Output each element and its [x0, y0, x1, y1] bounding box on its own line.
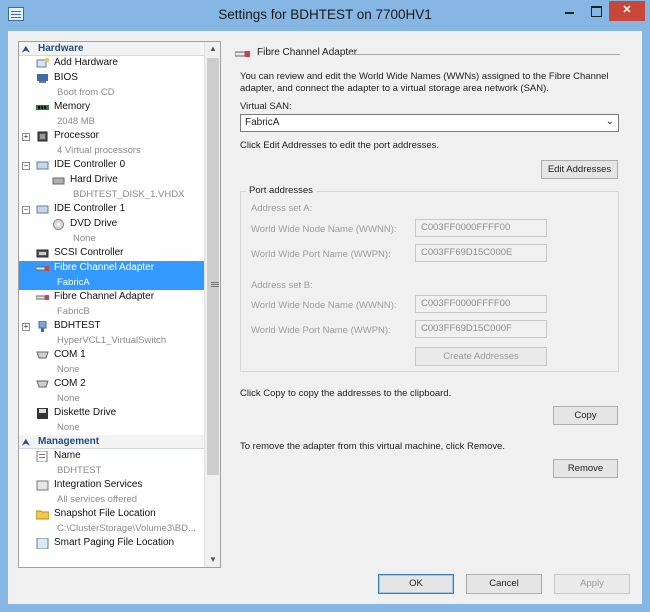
- address-set-a-label: Address set A:: [251, 203, 313, 214]
- dialog-client: ⮝ Hardware Add Hardware BIOS Boot from C…: [8, 31, 642, 604]
- add-hardware-icon: [36, 58, 49, 68]
- tree-item-fibre-channel-a[interactable]: Fibre Channel Adapter FabricA: [19, 261, 205, 290]
- section-hardware-label: Hardware: [38, 43, 84, 54]
- tree-item-add-hardware[interactable]: Add Hardware: [19, 56, 205, 71]
- collapse-chevron-icon[interactable]: ⮝: [22, 436, 30, 449]
- ide-controller-icon: [36, 161, 49, 170]
- com-port-icon: [36, 380, 49, 388]
- tree-item-com-2[interactable]: COM 2 None: [19, 377, 205, 406]
- bios-icon: [37, 74, 48, 83]
- remove-button[interactable]: Remove: [553, 459, 618, 478]
- network-adapter-icon: [38, 321, 47, 332]
- title-bar: Settings for BDHTEST on 7700HV1 ✕: [0, 0, 650, 31]
- remove-hint-text: To remove the adapter from this virtual …: [240, 441, 506, 452]
- panel-header: Fibre Channel Adapter: [229, 47, 634, 61]
- set-a-wwnn-field[interactable]: C003FF0000FFFF00: [415, 219, 547, 237]
- scroll-thumb[interactable]: [207, 58, 219, 475]
- virtual-san-value: FabricA: [245, 117, 280, 128]
- tree-item-ide-controller-0[interactable]: − IDE Controller 0: [19, 158, 205, 173]
- close-button[interactable]: ✕: [609, 1, 645, 21]
- diskette-icon: [37, 408, 48, 419]
- tree-item-smart-paging-location[interactable]: Smart Paging File Location: [19, 536, 205, 565]
- fibre-channel-icon: [36, 295, 49, 300]
- tree-item-diskette-drive[interactable]: Diskette Drive None: [19, 406, 205, 435]
- minimize-button[interactable]: [556, 1, 583, 21]
- set-a-wwpn-field[interactable]: C003FF69D15C000E: [415, 244, 547, 262]
- tree-item-scsi-controller[interactable]: SCSI Controller: [19, 246, 205, 261]
- tree-item-network-adapter[interactable]: + BDHTEST HyperVCL1_VirtualSwitch: [19, 319, 205, 348]
- scroll-up-arrow-icon[interactable]: ▲: [206, 42, 220, 56]
- set-b-wwpn-label: World Wide Port Name (WWPN):: [251, 325, 391, 336]
- scsi-controller-icon: [36, 249, 49, 258]
- address-set-b-label: Address set B:: [251, 280, 313, 291]
- scroll-down-arrow-icon[interactable]: ▼: [206, 553, 220, 567]
- panel-title: Fibre Channel Adapter: [257, 47, 358, 58]
- header-divider: [348, 54, 620, 55]
- section-hardware[interactable]: ⮝ Hardware: [19, 42, 205, 56]
- integration-services-icon: [36, 480, 49, 491]
- section-management[interactable]: ⮝ Management: [19, 435, 205, 449]
- tree-item-fibre-channel-b[interactable]: Fibre Channel Adapter FabricB: [19, 290, 205, 319]
- expand-icon[interactable]: +: [22, 323, 30, 331]
- copy-button[interactable]: Copy: [553, 406, 618, 425]
- settings-window: Settings for BDHTEST on 7700HV1 ✕ ⮝ Hard…: [0, 0, 650, 612]
- fibre-channel-icon: [36, 266, 49, 271]
- tree-item-bios[interactable]: BIOS Boot from CD: [19, 71, 205, 100]
- virtual-san-dropdown[interactable]: FabricA ⌄: [240, 114, 619, 132]
- intro-text-line-2: adapter, and connect the adapter to a vi…: [240, 83, 549, 94]
- collapse-icon[interactable]: −: [22, 162, 30, 170]
- tree-item-ide-controller-1[interactable]: − IDE Controller 1: [19, 202, 205, 217]
- hard-drive-icon: [52, 177, 65, 185]
- settings-tree: ⮝ Hardware Add Hardware BIOS Boot from C…: [18, 41, 221, 568]
- set-a-wwpn-label: World Wide Port Name (WWPN):: [251, 249, 391, 260]
- ok-button[interactable]: OK: [378, 574, 454, 594]
- section-management-label: Management: [38, 436, 100, 447]
- processor-icon: [37, 131, 48, 142]
- set-b-wwnn-field[interactable]: C003FF0000FFFF00: [415, 295, 547, 313]
- intro-text-line-1: You can review and edit the World Wide N…: [240, 71, 609, 82]
- ide-controller-icon: [36, 205, 49, 214]
- grip-icon: [211, 282, 219, 287]
- port-addresses-title: Port addresses: [246, 185, 316, 196]
- tree-item-hard-drive[interactable]: Hard Drive BDHTEST_DISK_1.VHDX: [19, 173, 205, 202]
- paging-file-icon: [36, 538, 49, 549]
- copy-hint-text: Click Copy to copy the addresses to the …: [240, 388, 452, 399]
- set-b-wwnn-label: World Wide Node Name (WWNN):: [251, 300, 397, 311]
- window-title: Settings for BDHTEST on 7700HV1: [218, 7, 432, 22]
- fibre-channel-icon: [235, 51, 250, 57]
- edit-hint-text: Click Edit Addresses to edit the port ad…: [240, 140, 440, 151]
- collapse-icon[interactable]: −: [22, 206, 30, 214]
- memory-icon: [36, 105, 49, 110]
- expand-icon[interactable]: +: [22, 133, 30, 141]
- tree-scrollbar[interactable]: ▲ ▼: [204, 42, 220, 567]
- name-icon: [36, 451, 48, 462]
- tree-item-processor[interactable]: + Processor 4 Virtual processors: [19, 129, 205, 158]
- tree-item-name[interactable]: Name BDHTEST: [19, 449, 205, 478]
- cancel-button[interactable]: Cancel: [466, 574, 542, 594]
- tree-item-snapshot-location[interactable]: Snapshot File Location C:\ClusterStorage…: [19, 507, 205, 536]
- maximize-button[interactable]: [583, 1, 609, 21]
- dvd-drive-icon: [53, 219, 64, 230]
- create-addresses-button[interactable]: Create Addresses: [415, 347, 547, 366]
- com-port-icon: [36, 351, 49, 359]
- tree-item-com-1[interactable]: COM 1 None: [19, 348, 205, 377]
- collapse-chevron-icon[interactable]: ⮝: [22, 43, 30, 56]
- set-b-wwpn-field[interactable]: C003FF69D15C000F: [415, 320, 547, 338]
- tree-item-dvd-drive[interactable]: DVD Drive None: [19, 217, 205, 246]
- chevron-down-icon: ⌄: [605, 116, 614, 127]
- tree-item-integration-services[interactable]: Integration Services All services offere…: [19, 478, 205, 507]
- edit-addresses-button[interactable]: Edit Addresses: [541, 160, 618, 179]
- fibre-channel-panel: Fibre Channel Adapter You can review and…: [229, 41, 634, 568]
- snapshot-folder-icon: [36, 510, 49, 520]
- set-a-wwnn-label: World Wide Node Name (WWNN):: [251, 224, 397, 235]
- apply-button[interactable]: Apply: [554, 574, 630, 594]
- tree-item-memory[interactable]: Memory 2048 MB: [19, 100, 205, 129]
- virtual-san-label: Virtual SAN:: [240, 101, 292, 112]
